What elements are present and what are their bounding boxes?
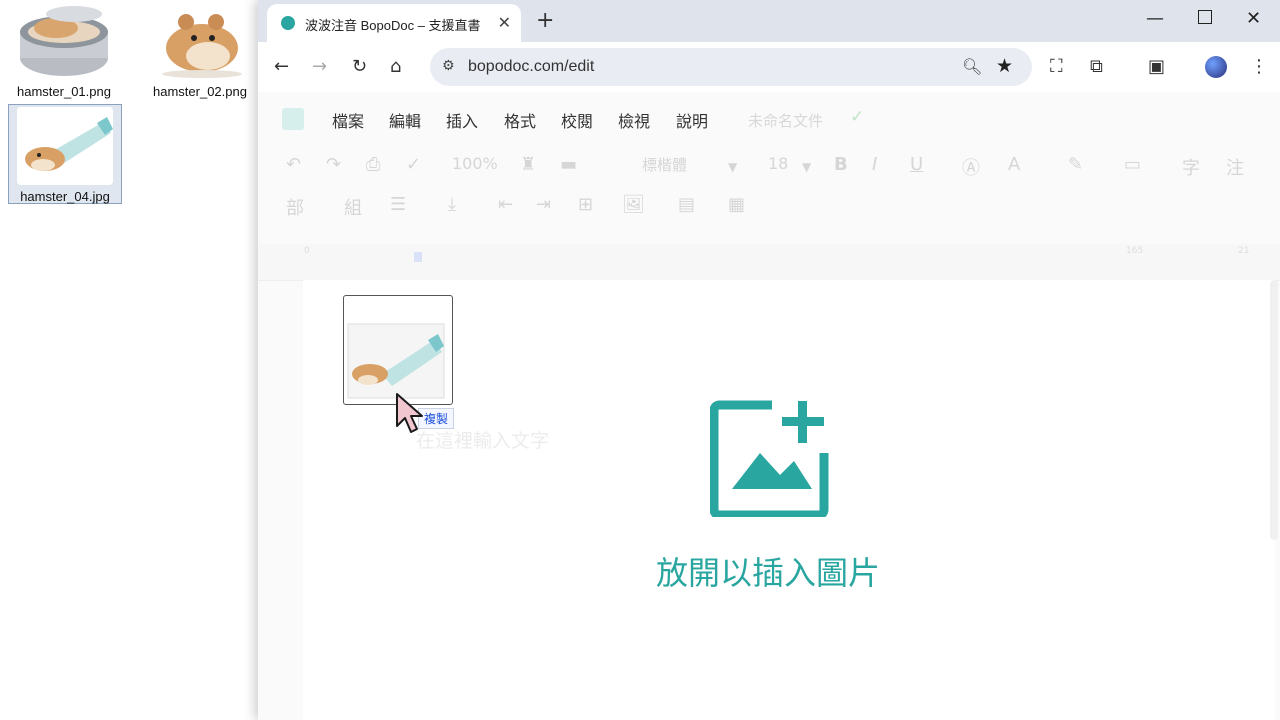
insert-image-icon[interactable]: 🖼︎ [622, 194, 645, 215]
menu-view[interactable]: 檢視 [618, 108, 650, 132]
document-placeholder: 在這裡輸入文字 [416, 430, 550, 452]
drag-preview-image [343, 295, 453, 405]
address-bar[interactable]: ⚙ bopodoc.com/edit 🔍︎ ★ [430, 48, 1032, 86]
zoom-icon[interactable]: 🔍︎ [962, 57, 982, 76]
app-menubar: 檔案 編輯 插入 格式 校閱 檢視 說明 未命名文件 ✓ [258, 92, 1280, 144]
drop-to-insert-label: 放開以插入圖片 [655, 554, 880, 592]
format-toolbar-row-1: ↶ ↷ ⎙ ✓ 100% ♜ ▬ 標楷體 ▼ 18 ▼ B I U Ⓐ A ✎ … [258, 154, 1280, 194]
reload-icon[interactable]: ↻ [352, 56, 367, 77]
format-toolbar-row-2: 部 組 ☰ ⤓ ⇤ ⇥ ⊞ 🖼︎ ▤ ▦ [258, 194, 1280, 234]
maximize-icon[interactable] [1198, 10, 1212, 24]
desktop-file-hamster-04[interactable]: hamster_04.jpg [8, 104, 122, 204]
file-name: hamster_04.jpg [20, 189, 110, 204]
desktop-file-hamster-01[interactable]: hamster_01.png [8, 2, 120, 99]
desktop: hamster_01.png hamster_02.png hamster_04… [0, 0, 258, 720]
spellcheck-icon[interactable]: ✓ [406, 154, 421, 175]
hamster-in-can-thumbnail [16, 2, 112, 80]
menu-review[interactable]: 校閱 [561, 108, 593, 132]
hamster-thumbnail [152, 2, 248, 80]
extensions-icon[interactable]: ⧉ [1090, 56, 1103, 77]
zoom-level[interactable]: 100% [452, 154, 498, 173]
border-icon[interactable]: ▭ [1124, 154, 1141, 175]
side-panel-icon[interactable]: ▣ [1148, 56, 1165, 77]
tab-title: 波波注音 BopoDoc – 支援直書 [305, 18, 481, 33]
insert-image-drop-icon [710, 400, 829, 517]
insert-image-box-icon[interactable]: ⊞ [578, 194, 593, 215]
menu-help[interactable]: 說明 [676, 108, 708, 132]
menu-file[interactable]: 檔案 [332, 108, 364, 132]
file-name: hamster_01.png [17, 84, 111, 99]
forward-icon[interactable]: → [312, 56, 327, 77]
text-color-icon[interactable]: A [1008, 154, 1020, 175]
hamster-toothpaste-thumbnail [17, 107, 113, 185]
italic-icon[interactable]: I [872, 154, 877, 175]
minimize-icon[interactable]: — [1146, 8, 1164, 29]
app-logo [282, 108, 304, 130]
more-menu-icon[interactable]: ⋮ [1250, 56, 1268, 77]
tab-stop-marker[interactable] [414, 252, 422, 262]
ruler-mark: 21 [1238, 246, 1250, 256]
menu-insert[interactable]: 插入 [446, 108, 478, 132]
scrollbar[interactable] [1270, 280, 1278, 540]
browser-window: 波波注音 BopoDoc – 支援直書 ✕ + — ✕ ← → ↻ ⌂ ⚙ bo… [258, 0, 1280, 720]
back-icon[interactable]: ← [274, 56, 289, 77]
outdent-icon[interactable]: ⇤ [498, 194, 513, 215]
stamp-icon[interactable]: ♜ [520, 154, 536, 175]
new-tab-icon[interactable]: + [536, 8, 554, 33]
bold-icon[interactable]: B [834, 154, 848, 175]
desktop-file-hamster-02[interactable]: hamster_02.png [144, 2, 256, 99]
saved-check-icon: ✓ [850, 107, 865, 127]
group-icon[interactable]: 組 [344, 194, 362, 220]
close-tab-icon[interactable]: ✕ [498, 13, 511, 32]
page-layout-icon[interactable]: ▤ [678, 194, 695, 215]
font-select[interactable]: 標楷體 [642, 154, 687, 175]
grid-icon[interactable]: ▦ [728, 194, 745, 215]
home-icon[interactable]: ⌂ [390, 56, 401, 77]
indent-icon[interactable]: ⇥ [536, 194, 551, 215]
document-title[interactable]: 未命名文件 [748, 110, 823, 131]
profile-avatar[interactable] [1205, 56, 1227, 78]
annotation-icon[interactable]: 注 [1226, 154, 1244, 180]
bookmark-star-icon[interactable]: ★ [996, 55, 1013, 77]
mouse-cursor-icon [396, 393, 423, 433]
tab-bopodoc[interactable]: 波波注音 BopoDoc – 支援直書 ✕ [267, 4, 521, 42]
screenshot-icon[interactable]: ⛶ [1050, 56, 1063, 77]
chevron-down-icon[interactable]: ▼ [802, 160, 811, 174]
tab-strip: 波波注音 BopoDoc – 支援直書 ✕ + — ✕ [258, 0, 1280, 42]
vertical-align-icon[interactable]: ⤓ [448, 194, 456, 215]
menu-format[interactable]: 格式 [504, 108, 536, 132]
radical-icon[interactable]: 部 [286, 194, 304, 220]
ruler-mark: 0 [304, 246, 310, 256]
paint-format-icon[interactable]: ▬ [560, 154, 577, 175]
browser-toolbar: ← → ↻ ⌂ ⚙ bopodoc.com/edit 🔍︎ ★ ⛶ ⧉ ▣ ⋮ [258, 42, 1280, 92]
underline-icon[interactable]: U [910, 154, 923, 175]
align-icon[interactable]: ☰ [390, 194, 406, 215]
bopodoc-favicon [281, 16, 295, 30]
ruler-mark: 165 [1126, 246, 1144, 256]
menu-edit[interactable]: 編輯 [389, 108, 421, 132]
file-name: hamster_02.png [153, 84, 247, 99]
print-icon[interactable]: ⎙ [366, 154, 380, 175]
bopodoc-editor: 檔案 編輯 插入 格式 校閱 檢視 說明 未命名文件 ✓ ↶ ↷ ⎙ ✓ 100… [258, 92, 1280, 720]
redo-icon[interactable]: ↷ [326, 154, 341, 175]
close-window-icon[interactable]: ✕ [1246, 8, 1261, 29]
highlight-icon[interactable]: ✎ [1068, 154, 1083, 175]
character-icon[interactable]: 字 [1182, 154, 1200, 180]
url-text: bopodoc.com/edit [468, 58, 595, 75]
site-info-icon[interactable]: ⚙ [442, 58, 455, 74]
chevron-down-icon[interactable]: ▼ [728, 160, 737, 174]
text-box-icon[interactable]: Ⓐ [962, 154, 980, 180]
ruler[interactable]: 0 165 21 [258, 244, 1280, 281]
undo-icon[interactable]: ↶ [286, 154, 301, 175]
font-size-select[interactable]: 18 [768, 154, 788, 173]
